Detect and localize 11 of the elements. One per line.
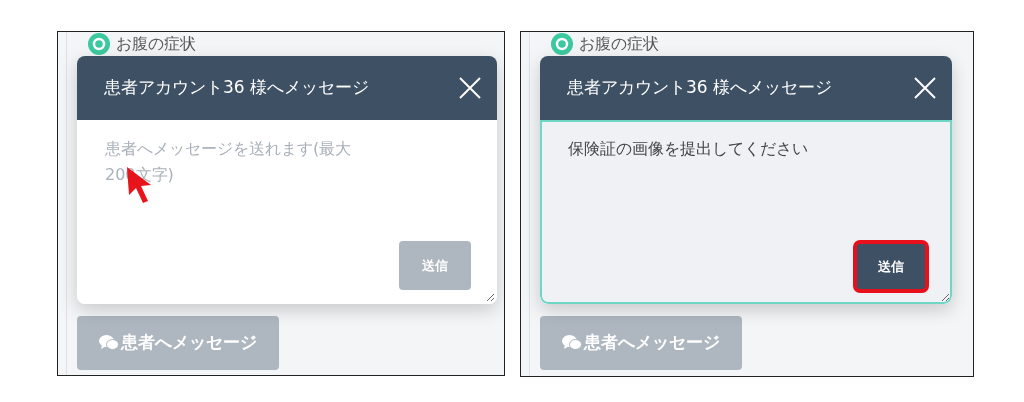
message-patient-button[interactable]: 患者へメッセージ (540, 316, 742, 370)
chat-bubbles-icon (99, 334, 119, 352)
close-icon[interactable] (459, 77, 481, 99)
message-patient-button[interactable]: 患者へメッセージ (77, 316, 279, 370)
chat-bubbles-icon (562, 334, 582, 352)
dialog-title: 患者アカウント36 様へメッセージ (567, 76, 833, 100)
section-label: お腹の症状 (116, 36, 196, 52)
section-label: お腹の症状 (579, 36, 659, 52)
close-icon[interactable] (914, 77, 936, 99)
dialog-title: 患者アカウント36 様へメッセージ (104, 76, 370, 100)
send-button[interactable]: 送信 (856, 243, 926, 290)
